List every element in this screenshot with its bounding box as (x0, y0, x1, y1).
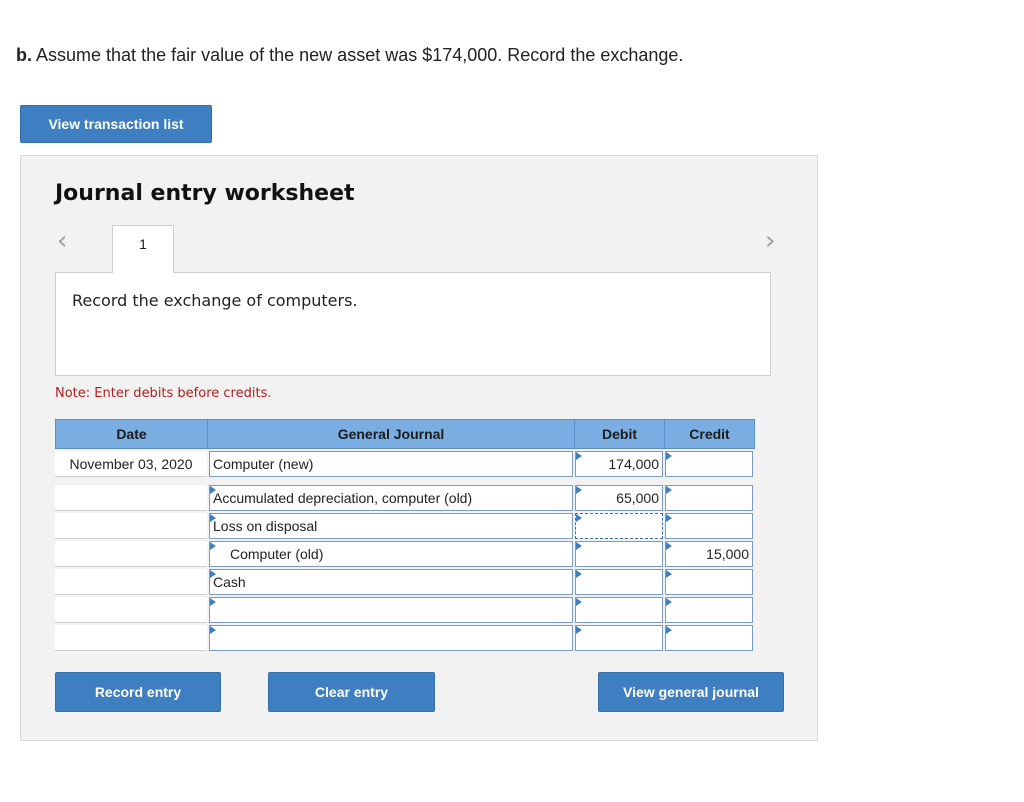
dropdown-marker-icon (210, 542, 216, 550)
dropdown-marker-icon (576, 452, 582, 460)
dropdown-marker-icon (666, 486, 672, 494)
header-date: Date (55, 419, 208, 449)
dropdown-marker-icon (576, 570, 582, 578)
question-body: Assume that the fair value of the new as… (36, 45, 684, 65)
tab-entry-1[interactable]: 1 (112, 225, 174, 273)
dropdown-marker-icon (576, 626, 582, 634)
debit-value: 174,000 (608, 456, 659, 472)
dropdown-marker-icon (210, 570, 216, 578)
dropdown-marker-icon (210, 486, 216, 494)
account-input[interactable]: Computer (old) (209, 541, 573, 567)
debit-input[interactable] (575, 569, 663, 595)
credit-input[interactable] (665, 485, 753, 511)
date-cell (55, 541, 207, 567)
debit-value: 65,000 (616, 490, 659, 506)
dropdown-marker-icon (576, 514, 582, 522)
table-row (55, 625, 755, 653)
dropdown-marker-icon (210, 626, 216, 634)
dropdown-marker-icon (666, 452, 672, 460)
debit-input[interactable] (575, 513, 663, 539)
header-debit: Debit (574, 419, 665, 449)
account-value: Computer (old) (230, 546, 324, 562)
credit-input[interactable]: 15,000 (665, 541, 753, 567)
date-cell (55, 485, 207, 511)
view-general-journal-button[interactable]: View general journal (598, 672, 784, 712)
dropdown-marker-icon (576, 542, 582, 550)
dropdown-marker-icon (576, 486, 582, 494)
account-value: Loss on disposal (213, 518, 318, 534)
debit-input[interactable]: 174,000 (575, 451, 663, 477)
question-text: b. Assume that the fair value of the new… (16, 45, 683, 66)
chevron-left-icon[interactable]: ‹ (57, 228, 67, 254)
entry-description: Record the exchange of computers. (55, 272, 771, 376)
table-row: November 03, 2020 Computer (new) 174,000 (55, 451, 755, 479)
credit-input[interactable] (665, 451, 753, 477)
date-cell (55, 597, 207, 623)
account-input[interactable]: Cash (209, 569, 573, 595)
dropdown-marker-icon (666, 626, 672, 634)
view-transaction-list-button[interactable]: View transaction list (20, 105, 212, 143)
debit-input[interactable]: 65,000 (575, 485, 663, 511)
credit-value: 15,000 (706, 546, 749, 562)
record-entry-button[interactable]: Record entry (55, 672, 221, 712)
dropdown-marker-icon (666, 570, 672, 578)
date-cell (55, 625, 207, 651)
table-row: Cash (55, 569, 755, 597)
chevron-right-icon[interactable]: › (765, 228, 775, 254)
dropdown-marker-icon (210, 598, 216, 606)
credit-input[interactable] (665, 625, 753, 651)
account-value: Accumulated depreciation, computer (old) (213, 490, 473, 506)
dropdown-marker-icon (666, 598, 672, 606)
dropdown-marker-icon (576, 598, 582, 606)
credit-input[interactable] (665, 513, 753, 539)
date-cell (55, 513, 207, 539)
debit-input[interactable] (575, 625, 663, 651)
dropdown-marker-icon (666, 542, 672, 550)
credit-input[interactable] (665, 597, 753, 623)
clear-entry-button[interactable]: Clear entry (268, 672, 435, 712)
debit-input[interactable] (575, 541, 663, 567)
table-row: Loss on disposal (55, 513, 755, 541)
debit-input[interactable] (575, 597, 663, 623)
header-general-journal: General Journal (207, 419, 575, 449)
note-text: Note: Enter debits before credits. (55, 386, 272, 401)
account-value: Cash (213, 574, 246, 590)
dropdown-marker-icon (210, 514, 216, 522)
header-credit: Credit (664, 419, 755, 449)
credit-input[interactable] (665, 569, 753, 595)
question-label: b. (16, 45, 32, 65)
table-row: Computer (old) 15,000 (55, 541, 755, 569)
account-value: Computer (new) (213, 456, 314, 472)
date-cell: November 03, 2020 (55, 451, 207, 477)
tab-number: 1 (139, 236, 147, 252)
account-input[interactable] (209, 597, 573, 623)
account-input[interactable] (209, 625, 573, 651)
account-input[interactable]: Loss on disposal (209, 513, 573, 539)
dropdown-marker-icon (666, 514, 672, 522)
description-text: Record the exchange of computers. (72, 291, 358, 310)
worksheet-title: Journal entry worksheet (55, 181, 355, 206)
table-row (55, 597, 755, 625)
date-cell (55, 569, 207, 595)
journal-entry-worksheet: Journal entry worksheet ‹ › 1 Record the… (20, 155, 818, 741)
table-row: Accumulated depreciation, computer (old)… (55, 485, 755, 513)
account-input[interactable]: Accumulated depreciation, computer (old) (209, 485, 573, 511)
account-input[interactable]: Computer (new) (209, 451, 573, 477)
